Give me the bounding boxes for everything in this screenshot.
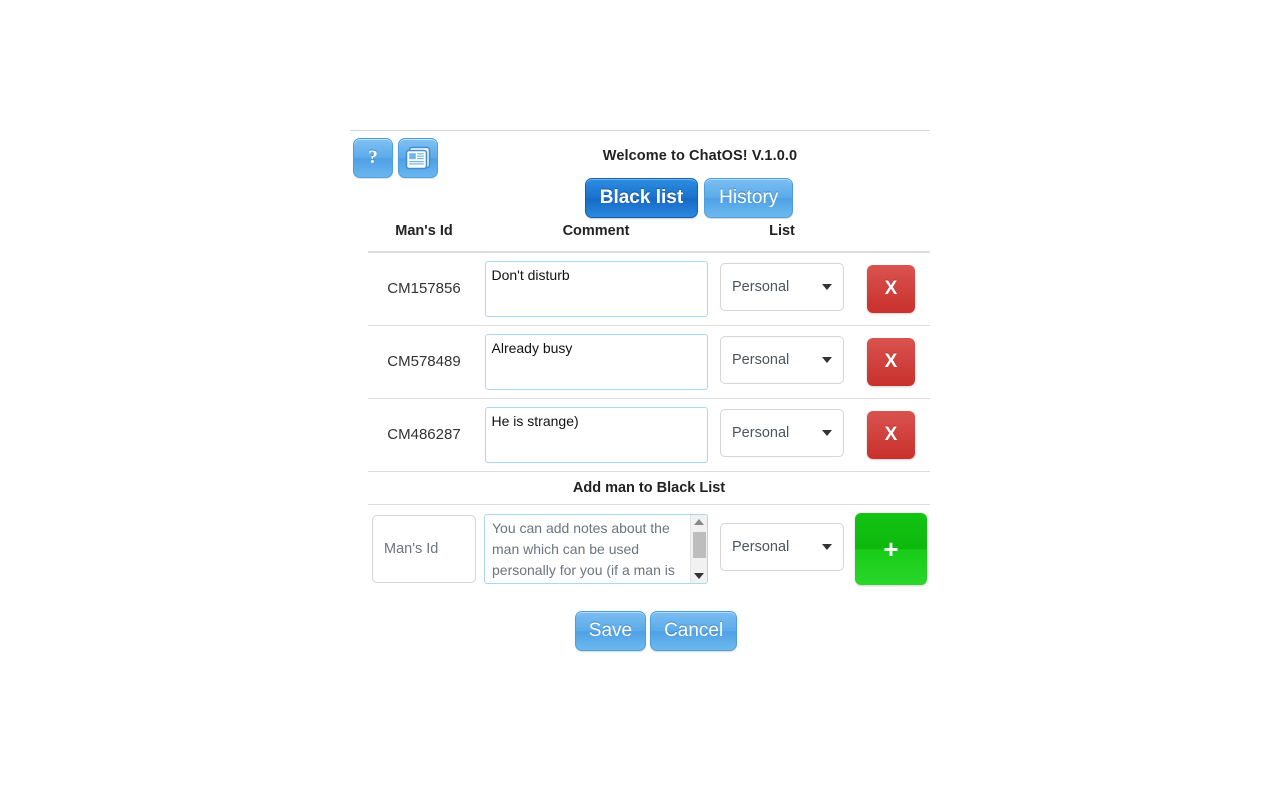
cell-comment bbox=[480, 252, 712, 326]
scroll-up-icon[interactable] bbox=[694, 519, 704, 525]
tab-history[interactable]: History bbox=[704, 178, 794, 218]
cell-list: Personal bbox=[712, 325, 852, 399]
cell-comment bbox=[480, 398, 712, 472]
footer-actions: Save Cancel bbox=[350, 591, 930, 651]
table-header: Man's Id Comment List bbox=[368, 223, 930, 252]
add-section-title-row: Add man to Black List bbox=[368, 471, 930, 505]
list-select-value: Personal bbox=[732, 424, 790, 441]
delete-button[interactable]: X bbox=[867, 411, 915, 459]
panel-header: ? Welcome to ChatOS! V.1.0.0 bbox=[350, 131, 930, 178]
cell-new-note: You can add notes about the man which ca… bbox=[480, 505, 712, 592]
save-button[interactable]: Save bbox=[574, 611, 647, 651]
mans-id-value: CM578489 bbox=[387, 353, 461, 370]
cell-actions: X bbox=[852, 325, 930, 399]
mans-id-input[interactable] bbox=[372, 515, 476, 583]
column-header-list: List bbox=[769, 223, 795, 239]
column-header-comment: Comment bbox=[562, 223, 630, 239]
news-button[interactable] bbox=[398, 138, 438, 178]
help-button[interactable]: ? bbox=[353, 138, 393, 178]
comment-input[interactable] bbox=[484, 334, 708, 390]
table-body: CM157856 Personal X bbox=[368, 252, 930, 591]
list-select-value: Personal bbox=[732, 351, 790, 368]
table-row: CM157856 Personal X bbox=[368, 252, 930, 326]
cell-new-mans-id bbox=[368, 505, 480, 592]
cell-actions: X bbox=[852, 398, 930, 472]
column-header-mans-id: Man's Id bbox=[395, 223, 453, 239]
list-select-value: Personal bbox=[732, 278, 790, 295]
table-row: CM486287 Personal X bbox=[368, 398, 930, 472]
cell-new-list: Personal bbox=[712, 505, 852, 592]
tab-black-list[interactable]: Black list bbox=[584, 178, 699, 218]
cell-comment bbox=[480, 325, 712, 399]
add-man-button[interactable]: + bbox=[855, 513, 927, 585]
chevron-down-icon bbox=[822, 429, 832, 436]
list-select[interactable]: Personal bbox=[720, 335, 844, 384]
list-select[interactable]: Personal bbox=[720, 408, 844, 457]
scrollbar-thumb[interactable] bbox=[693, 532, 706, 558]
comment-input[interactable] bbox=[484, 407, 708, 463]
newspaper-icon bbox=[405, 146, 431, 170]
delete-button[interactable]: X bbox=[867, 338, 915, 386]
new-list-select-value: Personal bbox=[732, 538, 790, 555]
comment-input[interactable] bbox=[484, 261, 708, 317]
note-textarea[interactable]: You can add notes about the man which ca… bbox=[484, 514, 708, 584]
column-header-actions bbox=[852, 223, 930, 252]
add-section-title: Add man to Black List bbox=[368, 471, 930, 505]
welcome-title: Welcome to ChatOS! V.1.0.0 bbox=[602, 148, 798, 164]
note-placeholder-text: You can add notes about the man which ca… bbox=[492, 520, 675, 578]
new-list-select[interactable]: Personal bbox=[720, 522, 844, 571]
chevron-down-icon bbox=[822, 356, 832, 363]
chevron-down-icon bbox=[822, 543, 832, 550]
cell-add-action: + bbox=[852, 505, 930, 592]
chatos-panel: ? Welcome to ChatOS! V.1.0.0 Black list … bbox=[350, 130, 930, 651]
table-row: CM578489 Personal X bbox=[368, 325, 930, 399]
add-man-row: You can add notes about the man which ca… bbox=[368, 505, 930, 592]
list-select[interactable]: Personal bbox=[720, 262, 844, 311]
black-list-table: Man's Id Comment List CM157856 Don't dis… bbox=[368, 223, 930, 591]
cell-mans-id: CM157856 bbox=[368, 252, 480, 326]
cell-mans-id: CM578489 bbox=[368, 325, 480, 399]
delete-button[interactable]: X bbox=[867, 265, 915, 313]
mans-id-value: CM486287 bbox=[387, 426, 461, 443]
cell-list: Personal bbox=[712, 252, 852, 326]
chevron-down-icon bbox=[822, 283, 832, 290]
cancel-button[interactable]: Cancel bbox=[650, 611, 738, 651]
cell-actions: X bbox=[852, 252, 930, 326]
tab-bar: Black list History bbox=[350, 178, 930, 223]
page-root: ? Welcome to ChatOS! V.1.0.0 Black list … bbox=[0, 0, 1280, 800]
question-mark-icon: ? bbox=[368, 147, 378, 168]
cell-list: Personal bbox=[712, 398, 852, 472]
scroll-down-icon[interactable] bbox=[694, 573, 704, 579]
cell-mans-id: CM486287 bbox=[368, 398, 480, 472]
note-scrollbar[interactable] bbox=[690, 515, 707, 583]
mans-id-value: CM157856 bbox=[387, 280, 461, 297]
